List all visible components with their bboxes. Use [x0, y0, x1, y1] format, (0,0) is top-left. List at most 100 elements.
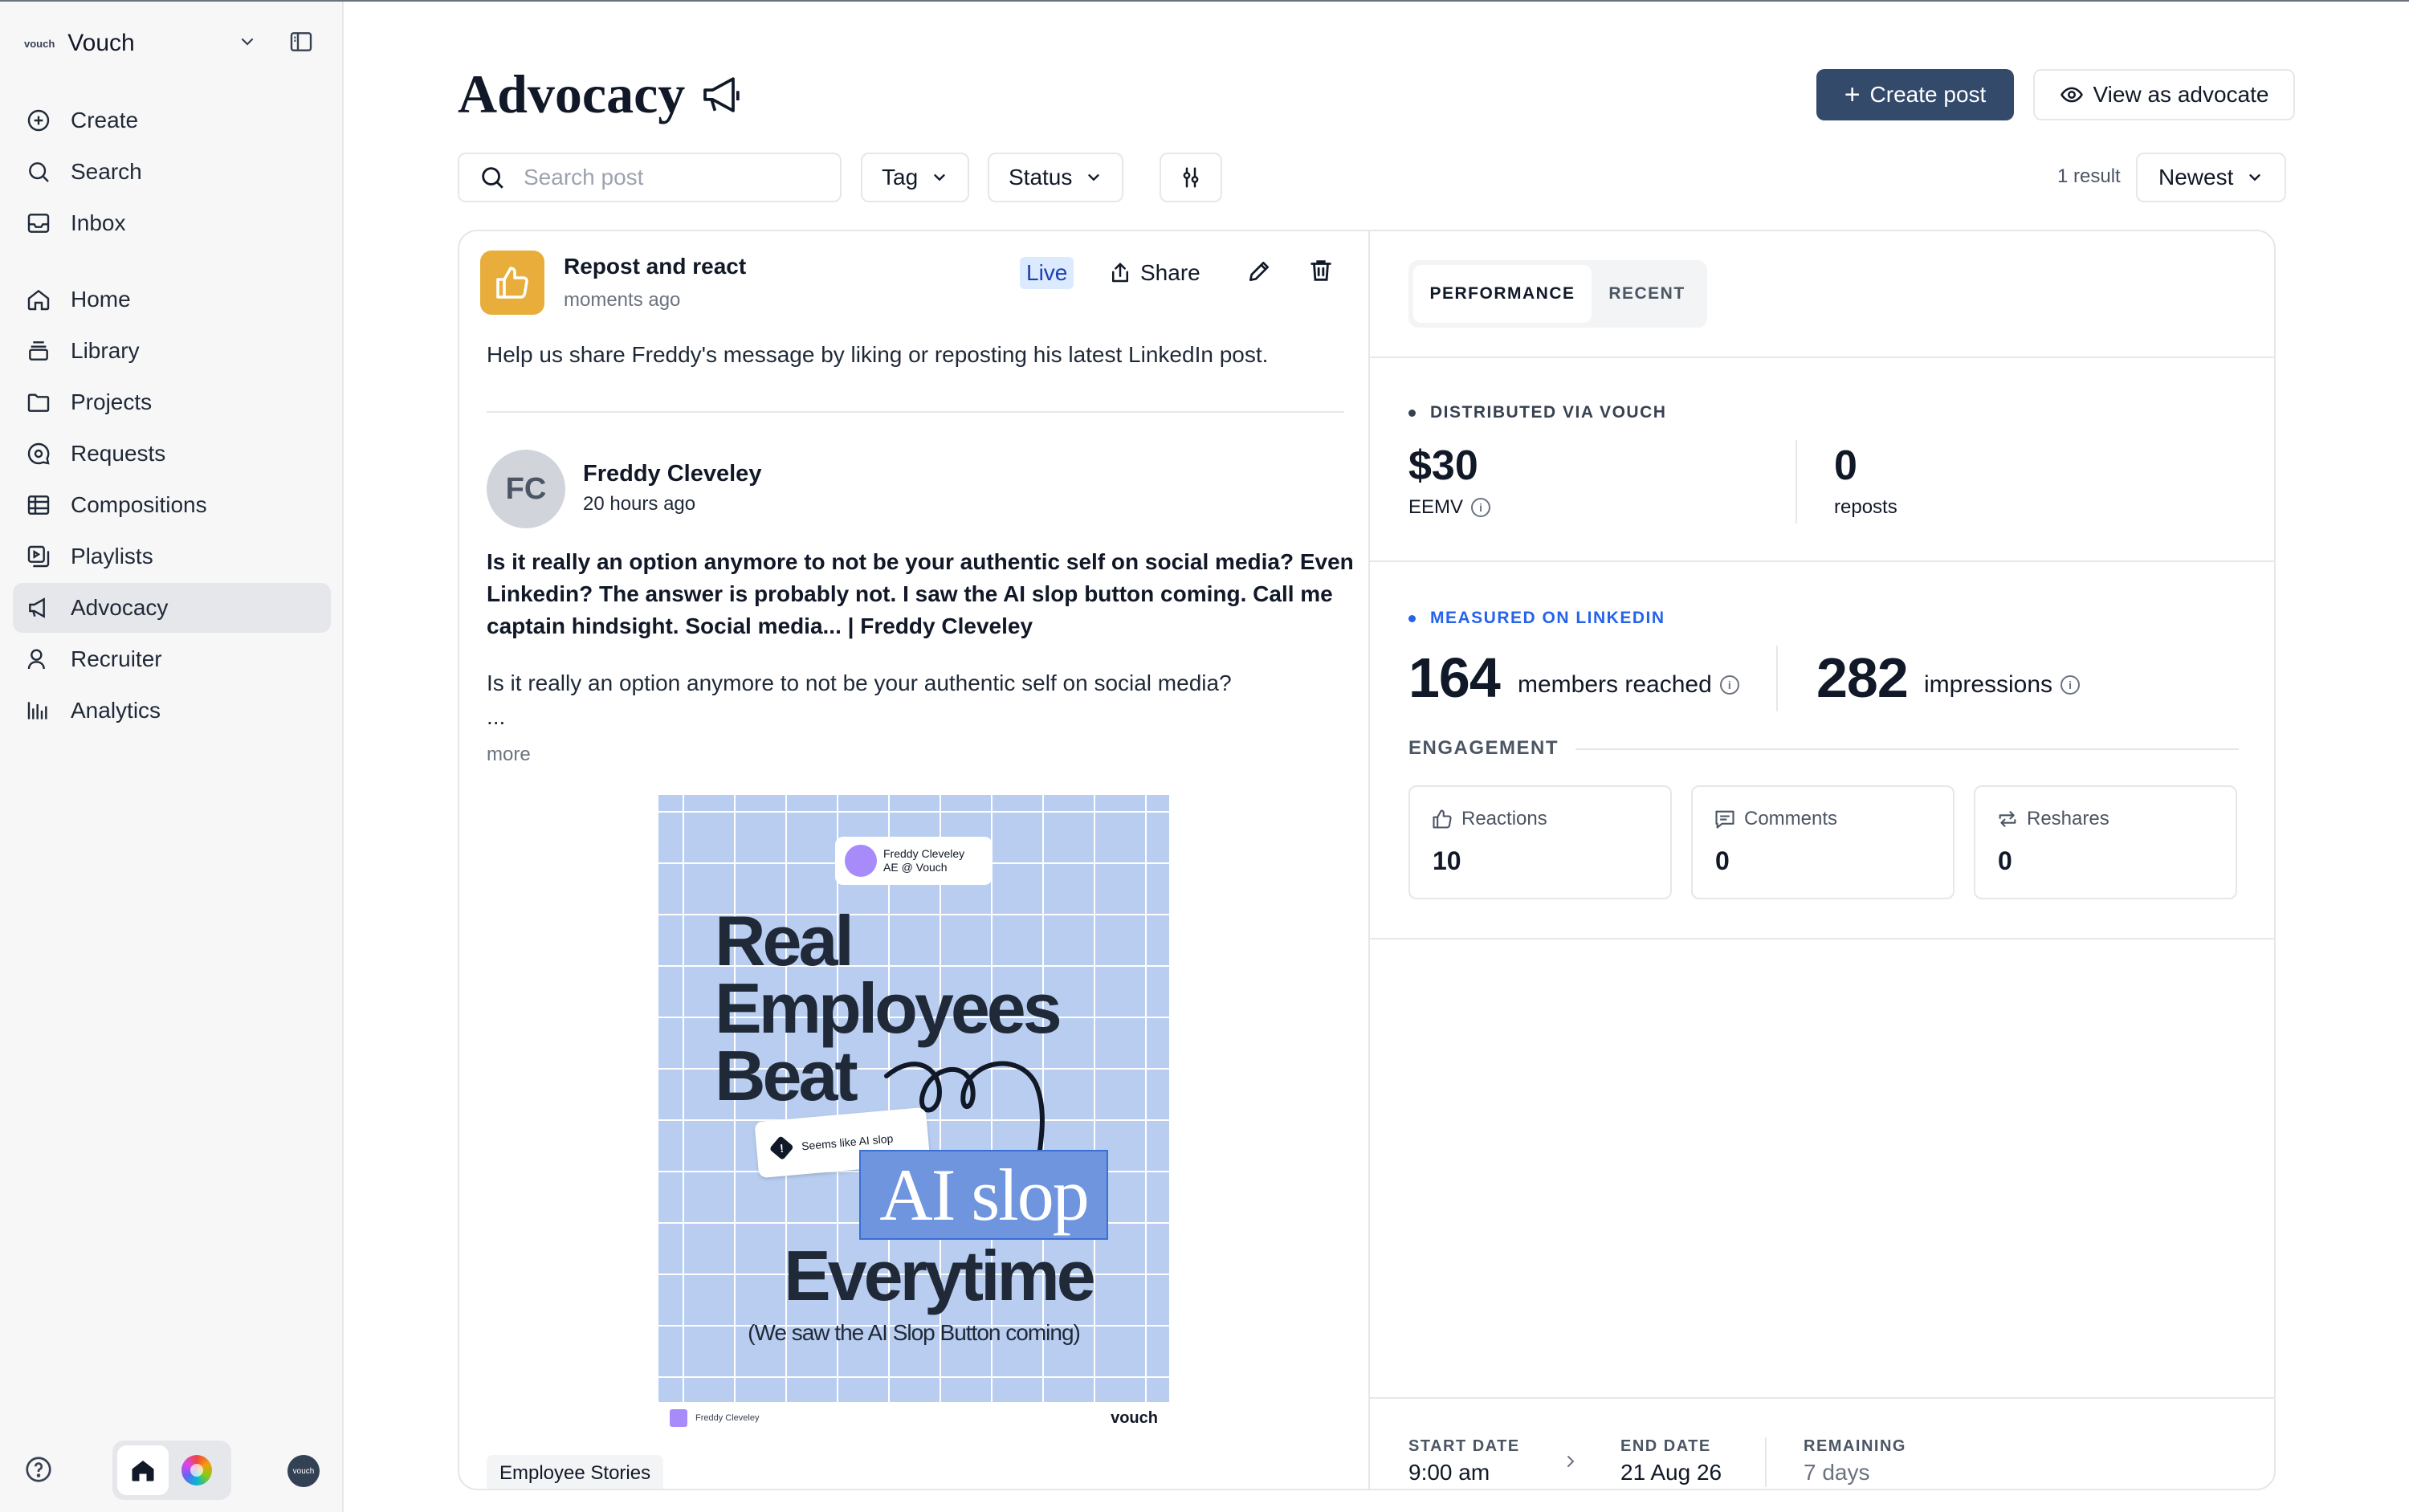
home-icon	[27, 289, 50, 311]
nav-item-label: Recruiter	[71, 646, 162, 671]
end-date-label: END DATE	[1620, 1437, 1711, 1455]
engagement-card-reactions: Reactions 10	[1408, 785, 1672, 899]
remaining-value: 7 days	[1804, 1460, 1870, 1485]
info-icon[interactable]: i	[1471, 498, 1491, 517]
members-reached-label-group: members reached i	[1518, 671, 1739, 699]
nav-item-search[interactable]: Search	[13, 147, 331, 197]
post-card: Repost and react moments ago Live Share …	[458, 230, 2276, 1490]
help-icon[interactable]	[24, 1455, 53, 1484]
nav-item-advocacy[interactable]: Advocacy	[13, 583, 331, 633]
divider	[1776, 646, 1778, 711]
trash-icon[interactable]	[1307, 257, 1335, 284]
thumbs-up-icon	[1433, 809, 1452, 829]
share-icon	[1112, 263, 1128, 283]
workspace-switcher[interactable]: vouch Vouch	[24, 26, 135, 61]
status-filter-dropdown[interactable]: Status	[988, 153, 1124, 202]
poster-line-4: Everytime	[784, 1236, 1096, 1315]
start-date-value[interactable]: 9:00 am	[1408, 1460, 1490, 1486]
nav-item-compositions[interactable]: Compositions	[13, 480, 331, 530]
chevron-down-icon	[2249, 174, 2261, 181]
share-button[interactable]: Share	[1108, 257, 1200, 289]
linkedin-headline: Is it really an option anymore to not be…	[487, 549, 1354, 638]
engagement-card-value: 0	[1715, 846, 1730, 875]
tab-recent[interactable]: RECENT	[1592, 265, 1702, 323]
home-mode-button[interactable]	[117, 1445, 169, 1495]
status-badge: Live	[1020, 257, 1074, 289]
poster-author-avatar	[845, 845, 877, 877]
divider	[487, 411, 1344, 413]
window-top-border	[0, 0, 2409, 2]
workspace-name: Vouch	[67, 30, 135, 56]
nav-item-home[interactable]: Home	[13, 275, 331, 324]
sort-dropdown[interactable]: Newest	[2136, 153, 2287, 202]
engagement-label: ENGAGEMENT	[1408, 737, 1559, 759]
filter-settings-button[interactable]	[1160, 153, 1222, 202]
edit-icon[interactable]	[1246, 259, 1272, 284]
search-input[interactable]	[524, 165, 829, 190]
linkedin-post-timestamp: 20 hours ago	[583, 493, 696, 515]
info-icon[interactable]: i	[2060, 675, 2081, 695]
view-as-advocate-label: View as advocate	[2093, 82, 2269, 107]
reposts-value: 0	[1834, 442, 1857, 489]
playlist-icon	[27, 545, 50, 568]
nav-item-playlists[interactable]: Playlists	[13, 532, 331, 581]
create-post-button[interactable]: + Create post	[1816, 69, 2014, 120]
comment-icon	[1715, 810, 1734, 829]
color-wheel-icon[interactable]	[181, 1455, 212, 1486]
nav-item-inbox[interactable]: Inbox	[13, 198, 331, 248]
nav-item-analytics[interactable]: Analytics	[13, 686, 331, 736]
nav-item-recruiter[interactable]: Recruiter	[13, 634, 331, 684]
nav-item-requests[interactable]: Requests	[13, 429, 331, 479]
author-name[interactable]: Freddy Cleveley	[583, 461, 761, 487]
divider	[1765, 1437, 1767, 1487]
nav-item-label: Analytics	[71, 698, 161, 723]
user-icon	[27, 649, 45, 670]
avatar[interactable]: vouch	[287, 1455, 320, 1487]
poster-highlight: AI slop	[859, 1150, 1108, 1240]
tag-filter-dropdown[interactable]: Tag	[861, 153, 970, 202]
poster-author-badge: Freddy Cleveley AE @ Vouch	[835, 837, 993, 885]
engagement-card-reshares: Reshares 0	[1974, 785, 2237, 899]
app-switcher	[112, 1441, 231, 1500]
search-icon	[482, 167, 503, 189]
sidebar: vouch Vouch Create Search Inbox Home Lib…	[0, 2, 344, 1512]
megaphone-icon	[29, 597, 45, 618]
nav-item-label: Search	[71, 159, 142, 184]
tab-performance[interactable]: PERFORMANCE	[1413, 265, 1592, 323]
post-tag-chip[interactable]: Employee Stories	[487, 1455, 664, 1489]
divider	[1370, 938, 2274, 939]
impressions-value: 282	[1816, 646, 1909, 709]
view-as-advocate-button[interactable]: View as advocate	[2033, 69, 2295, 120]
nav-item-label: Compositions	[71, 492, 207, 517]
post-image[interactable]: Freddy Cleveley AE @ Vouch Real Employee…	[658, 795, 1169, 1434]
nav-item-create[interactable]: Create	[13, 96, 331, 145]
sidebar-toggle-icon[interactable]	[287, 29, 315, 55]
chevron-down-icon[interactable]	[238, 32, 257, 51]
sort-label: Newest	[2158, 165, 2234, 190]
poster-footer-brand: vouch	[1111, 1408, 1158, 1427]
impressions-label-group: impressions i	[1924, 671, 2081, 699]
end-date-value[interactable]: 21 Aug 26	[1620, 1460, 1722, 1486]
library-icon	[29, 341, 48, 361]
members-reached-label: members reached	[1518, 671, 1712, 698]
linkedin-body-ellipsis: ...	[487, 704, 506, 729]
nav-item-label: Home	[71, 287, 131, 312]
nav-item-library[interactable]: Library	[13, 326, 331, 376]
engagement-card-value: 0	[1998, 846, 2012, 875]
megaphone-icon	[703, 77, 740, 112]
post-title[interactable]: Repost and react	[564, 254, 746, 279]
divider	[1370, 560, 2274, 562]
linkedin-body-line: Is it really an option anymore to not be…	[487, 670, 1232, 695]
engagement-card-comments: Comments 0	[1691, 785, 1955, 899]
info-icon[interactable]: i	[1719, 675, 1739, 695]
poster-line-1: Real	[715, 901, 854, 980]
column-divider	[1368, 231, 1370, 1489]
plus-circle-icon	[27, 109, 50, 132]
engagement-card-label: Reactions	[1461, 808, 1547, 829]
brand-logo: vouch	[24, 37, 55, 50]
nav-secondary: Home Library Projects Requests Compositi…	[13, 275, 331, 737]
poster-footer-name: Freddy Cleveley	[695, 1413, 760, 1423]
nav-item-projects[interactable]: Projects	[13, 377, 331, 427]
more-link[interactable]: more	[487, 744, 531, 766]
post-type-badge	[480, 251, 544, 315]
